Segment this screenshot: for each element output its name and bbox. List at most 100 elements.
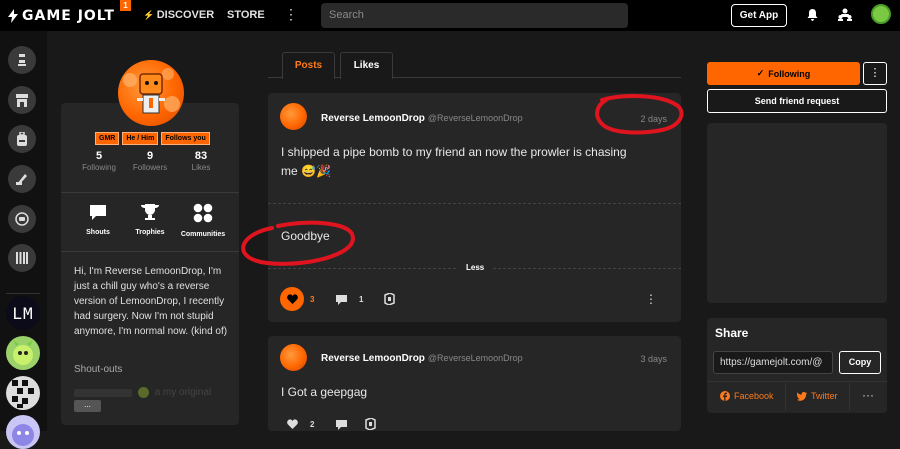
store-link[interactable]: STORE	[227, 9, 265, 21]
share-facebook-link[interactable]: Facebook	[720, 391, 774, 401]
share-more-icon[interactable]: ···	[862, 388, 874, 402]
discover-label: DISCOVER	[156, 9, 215, 21]
trophies-button[interactable]: Trophies	[125, 203, 175, 236]
post-timestamp[interactable]: 2 days	[640, 114, 667, 124]
stat-following-label: Following	[82, 163, 116, 172]
sidebar-panel	[707, 123, 887, 303]
comment-count: 1	[359, 295, 364, 304]
profile-bio: Hi, I'm Reverse LemoonDrop, I'm just a c…	[74, 266, 228, 337]
profile-divider	[61, 192, 239, 193]
post-author[interactable]: Reverse LemoonDrop @ReverseLemoonDrop	[321, 353, 523, 364]
user-avatar[interactable]	[871, 4, 891, 24]
share-vsep	[849, 383, 850, 411]
like-count: 2	[310, 420, 315, 429]
game-jolt-home-icon[interactable]	[8, 46, 36, 74]
repost-icon[interactable]	[384, 293, 395, 305]
heart-icon	[286, 294, 298, 304]
communities-label: Communities	[180, 231, 226, 238]
follow-options-icon[interactable]: ⋮	[863, 62, 887, 85]
post-author-avatar[interactable]	[280, 344, 307, 371]
quests-icon[interactable]	[8, 165, 36, 193]
profile-tabs: Posts Likes	[268, 52, 681, 79]
game-tile-lm[interactable]: LM	[6, 296, 40, 330]
like-button[interactable]	[280, 287, 304, 311]
top-bar: GAME JOLT 1 ⚡ DISCOVER STORE ⋮ Search Ge…	[0, 0, 900, 31]
shouts-icon	[90, 205, 106, 220]
stat-following[interactable]: 5 Following	[74, 150, 124, 172]
sidebar-divider	[6, 293, 40, 294]
post-extra-text: Goodbye	[281, 229, 330, 243]
show-more-button[interactable]: ...	[74, 400, 101, 412]
stat-followers-label: Followers	[132, 163, 168, 172]
communities-icon	[193, 203, 213, 223]
copy-button[interactable]: Copy	[839, 351, 881, 374]
tag-gmr: GMR	[95, 132, 120, 145]
share-twitter-link[interactable]: Twitter	[797, 391, 838, 401]
library-icon[interactable]	[8, 244, 36, 272]
post-body-line: me 😅🎉	[281, 164, 331, 178]
post-body: I shipped a pipe bomb to my friend an no…	[281, 143, 627, 181]
post-divider	[268, 203, 681, 204]
comment-icon[interactable]	[336, 295, 347, 305]
post-card: Reverse LemoonDrop @ReverseLemoonDrop 3 d…	[268, 336, 681, 431]
left-sidebar: LM	[0, 31, 47, 449]
profile-avatar[interactable]	[118, 60, 184, 126]
post-author-name: Reverse LemoonDrop	[321, 113, 425, 124]
profile-tags: GMR He / Him Follows you	[95, 132, 210, 145]
share-vsep	[785, 383, 786, 411]
post-options-icon[interactable]: ⋮	[645, 293, 657, 305]
post-author-handle: @ReverseLemoonDrop	[427, 353, 523, 363]
backpack-icon[interactable]	[8, 125, 36, 153]
following-button[interactable]: ✓ Following	[707, 62, 860, 85]
repost-icon[interactable]	[365, 418, 376, 430]
store-icon[interactable]	[8, 86, 36, 114]
chat-icon[interactable]	[8, 205, 36, 233]
shouts-label: Shouts	[86, 229, 110, 236]
stat-likes[interactable]: 83 Likes	[176, 150, 226, 172]
stat-followers-value: 9	[146, 150, 154, 162]
stat-followers[interactable]: 9 Followers	[125, 150, 175, 172]
share-url-field[interactable]: https://gamejolt.com/@	[713, 351, 833, 374]
shoutout-emoji-icon	[137, 387, 149, 398]
communities-button[interactable]: Communities	[178, 203, 228, 238]
tab-likes[interactable]: Likes	[340, 52, 393, 79]
tab-posts[interactable]: Posts	[282, 52, 335, 79]
share-divider	[707, 381, 887, 382]
get-app-button[interactable]: Get App	[731, 4, 787, 27]
trophy-icon	[141, 204, 159, 220]
search-input[interactable]: Search	[321, 3, 628, 28]
shoutout-preview-text: a my original	[154, 387, 212, 399]
logo-text: GAME JOLT	[22, 8, 115, 24]
post-timestamp[interactable]: 3 days	[640, 354, 667, 364]
following-label: Following	[768, 68, 811, 79]
like-count: 3	[310, 295, 315, 304]
shoutouts-heading: Shout-outs	[74, 364, 123, 375]
post-card: Reverse LemoonDrop @ReverseLemoonDrop 2 d…	[268, 93, 681, 322]
stat-following-value: 5	[95, 150, 103, 162]
less-button[interactable]: Less	[458, 263, 493, 272]
lm-text: LM	[12, 303, 34, 323]
discover-link[interactable]: ⚡ DISCOVER	[143, 9, 214, 21]
post-author-avatar[interactable]	[280, 103, 307, 130]
discover-icon: ⚡	[143, 10, 157, 20]
heart-icon[interactable]	[287, 419, 298, 429]
post-author[interactable]: Reverse LemoonDrop @ReverseLemoonDrop	[321, 113, 523, 124]
comment-icon[interactable]	[336, 420, 347, 430]
bell-icon[interactable]	[807, 9, 818, 21]
profile-divider-2	[61, 251, 239, 252]
send-friend-request-button[interactable]: Send friend request	[707, 89, 887, 113]
more-menu-icon[interactable]: ⋮	[284, 7, 298, 21]
shouts-button[interactable]: Shouts	[73, 203, 123, 236]
friends-icon[interactable]	[838, 8, 852, 21]
game-tile-pixel-maze[interactable]	[6, 376, 40, 410]
post-body-line: I shipped a pipe bomb to my friend an no…	[281, 145, 627, 159]
post-author-handle: @ReverseLemoonDrop	[427, 113, 523, 123]
game-tile-green-creature[interactable]	[6, 336, 40, 370]
stat-likes-value: 83	[194, 150, 208, 162]
trophies-label: Trophies	[135, 229, 165, 236]
facebook-label: Facebook	[734, 391, 774, 401]
tag-pronouns: He / Him	[122, 132, 159, 145]
game-jolt-logo[interactable]: GAME JOLT	[8, 8, 115, 24]
game-tile-blue-creature[interactable]	[6, 415, 40, 449]
facebook-icon	[720, 391, 730, 401]
